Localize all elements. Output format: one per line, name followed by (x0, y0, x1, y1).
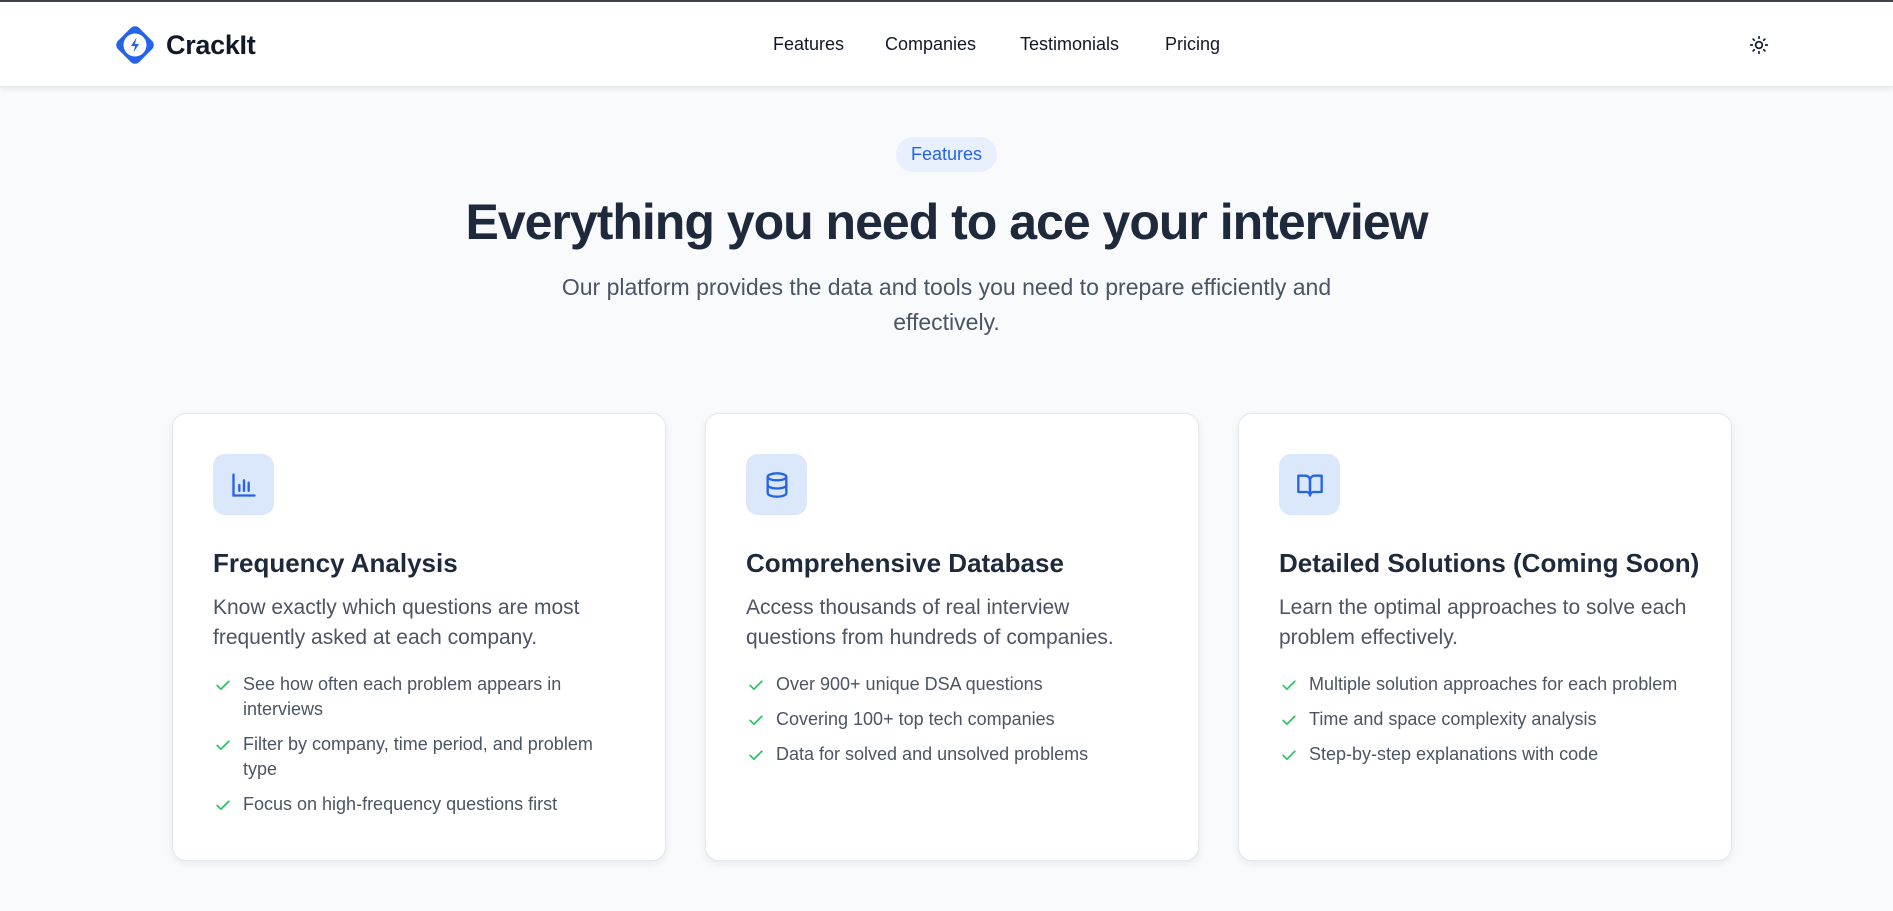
feature-description: Access thousands of real interview quest… (746, 596, 1114, 649)
bullet-text: Focus on high-frequency questions first (243, 794, 558, 814)
site-header: CrackIt Features Companies Testimonials … (0, 2, 1893, 87)
list-item: Filter by company, time period, and prob… (213, 732, 625, 782)
nav-link-testimonials[interactable]: Testimonials (1020, 34, 1119, 55)
bullet-text: Step-by-step explanations with code (1309, 744, 1599, 764)
feature-card-database: Comprehensive Database Access thousands … (705, 413, 1199, 861)
bar-chart-icon (231, 472, 256, 497)
feature-description: Know exactly which questions are most fr… (213, 596, 580, 649)
list-item: Step-by-step explanations with code (1279, 742, 1691, 767)
feature-icon-box (213, 454, 274, 515)
list-item: Time and space complexity analysis (1279, 707, 1691, 732)
feature-icon-box (1279, 454, 1340, 515)
check-icon (216, 680, 230, 690)
list-item: See how often each problem appears in in… (213, 672, 625, 722)
feature-title: Frequency Analysis (213, 548, 458, 578)
section-subtitle: Our platform provides the data and tools… (561, 274, 1332, 335)
list-item: Focus on high-frequency questions first (213, 792, 625, 817)
check-icon (1282, 680, 1296, 690)
check-icon (749, 680, 763, 690)
feature-description: Learn the optimal approaches to solve ea… (1279, 596, 1687, 649)
bullet-text: Time and space complexity analysis (1309, 709, 1597, 729)
check-icon (749, 715, 763, 725)
check-icon (1282, 715, 1296, 725)
feature-bullet-list: See how often each problem appears in in… (213, 672, 625, 817)
nav-link-features[interactable]: Features (773, 34, 844, 55)
feature-card-frequency: Frequency Analysis Know exactly which qu… (172, 413, 666, 861)
feature-icon-box (746, 454, 807, 515)
bullet-text: Data for solved and unsolved problems (776, 744, 1089, 764)
bullet-text: Covering 100+ top tech companies (776, 709, 1055, 729)
check-icon (216, 740, 230, 750)
section-badge: Features (895, 137, 998, 172)
lightning-logo-icon (116, 26, 154, 64)
brand-name: CrackIt (166, 29, 256, 60)
nav-link-pricing[interactable]: Pricing (1165, 34, 1220, 55)
nav-link-companies[interactable]: Companies (885, 34, 976, 55)
theme-toggle-button[interactable] (1748, 34, 1770, 56)
bullet-text: Over 900+ unique DSA questions (776, 674, 1043, 694)
list-item: Over 900+ unique DSA questions (746, 672, 1158, 697)
feature-card-solutions: Detailed Solutions (Coming Soon) Learn t… (1238, 413, 1732, 861)
check-icon (216, 800, 230, 810)
feature-bullet-list: Over 900+ unique DSA questions Covering … (746, 672, 1158, 767)
bullet-text: Multiple solution approaches for each pr… (1309, 674, 1678, 694)
list-item: Data for solved and unsolved problems (746, 742, 1158, 767)
features-hero: Features Everything you need to ace your… (0, 137, 1893, 340)
check-icon (1282, 750, 1296, 760)
feature-title: Detailed Solutions (Coming Soon) (1279, 548, 1700, 578)
bullet-text: See how often each problem appears in in… (243, 674, 562, 719)
database-icon (766, 471, 787, 498)
sun-icon (1749, 35, 1769, 55)
feature-bullet-list: Multiple solution approaches for each pr… (1279, 672, 1691, 767)
list-item: Covering 100+ top tech companies (746, 707, 1158, 732)
brand-logo[interactable]: CrackIt (112, 22, 256, 68)
list-item: Multiple solution approaches for each pr… (1279, 672, 1691, 697)
bullet-text: Filter by company, time period, and prob… (243, 734, 593, 779)
feature-title: Comprehensive Database (746, 548, 1064, 578)
check-icon (749, 750, 763, 760)
main-nav: Features Companies Testimonials Pricing (0, 2, 1893, 87)
section-title: Everything you need to ace your intervie… (465, 194, 1428, 250)
book-open-icon (1296, 474, 1323, 497)
